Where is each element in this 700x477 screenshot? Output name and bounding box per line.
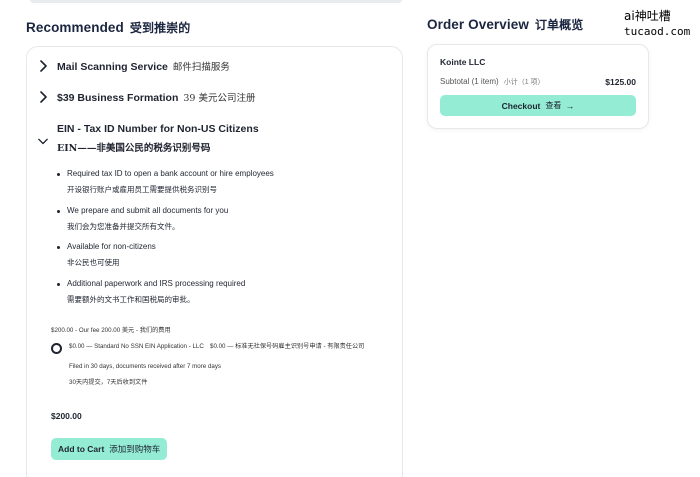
option-radio[interactable] bbox=[51, 343, 62, 354]
chevron-right-icon bbox=[37, 91, 49, 103]
accordion-label-en: $39 Business Formation bbox=[57, 92, 179, 104]
watermark-line-1: ai神吐槽 bbox=[624, 9, 671, 23]
option-filed-note-cn: 30天内提交，7天后收到文件 bbox=[69, 379, 148, 386]
subtotal-label: Subtotal (1 item) 小计（1 项） bbox=[440, 77, 545, 87]
bullet-text-cn: 我们会为您准备并提交所有文件。 bbox=[67, 222, 180, 231]
price: $200.00 bbox=[51, 411, 82, 421]
option-label-cn: $0.00 — 标准无社保号码雇主识别号申请 - 有限责任公司 bbox=[210, 343, 365, 350]
watermark: ai神吐槽 tucaod.com bbox=[618, 6, 700, 40]
accordion-label: $39 Business Formation 39 美元公司注册 bbox=[57, 90, 255, 104]
subtotal-text-cn: 小计（1 项） bbox=[503, 79, 545, 86]
add-to-cart-button[interactable]: Add to Cart 添加到购物车 bbox=[51, 438, 168, 460]
add-to-cart-label: Add to Cart bbox=[58, 444, 105, 454]
arrow-right-icon: → bbox=[565, 100, 575, 111]
bullet-text-cn: 非公民也可使用 bbox=[67, 258, 120, 267]
watermark-line-2: tucaod.com bbox=[624, 25, 691, 38]
bullet-text-cn: 开设银行账户或雇用员工需要提供税务识别号 bbox=[67, 185, 217, 194]
bullet-dot bbox=[57, 283, 60, 286]
fee-line: $200.00 - Our fee 200.00 美元 - 我们的费用 bbox=[51, 327, 171, 334]
bullet-text-cn: 需要额外的文书工作和国税局的审批。 bbox=[67, 295, 195, 304]
option-label[interactable]: $0.00 — Standard No SSN EIN Application … bbox=[69, 343, 209, 351]
bullet-dot bbox=[57, 173, 60, 176]
subtotal-amount: $125.00 bbox=[605, 77, 636, 87]
order-overview-title-label: Order Overview bbox=[427, 17, 529, 32]
order-overview-title-cn: 订单概览 bbox=[534, 18, 584, 32]
bullet-text: We prepare and submit all documents for … bbox=[67, 206, 229, 215]
checkout-button[interactable]: Checkout 查看 → bbox=[440, 95, 636, 116]
chevron-down-icon bbox=[37, 135, 49, 147]
company-name: Kointe LLC bbox=[440, 57, 486, 67]
add-to-cart-label-cn: 添加到购物车 bbox=[109, 445, 161, 455]
order-overview-title: Order Overview 订单概览 bbox=[427, 16, 583, 33]
bullet-text: Available for non-citizens bbox=[67, 242, 156, 251]
bullet-dot bbox=[57, 210, 60, 213]
accordion-label-cn: 39 美元公司注册 bbox=[183, 93, 256, 104]
accordion-label-en: Mail Scanning Service bbox=[57, 61, 168, 73]
order-card: Kointe LLC Subtotal (1 item) 小计（1 项） $125… bbox=[427, 44, 649, 129]
scroll-fade bbox=[30, 0, 402, 3]
recommended-title-label: Recommended bbox=[26, 20, 124, 35]
accordion-mail-scanning[interactable]: Mail Scanning Service 邮件扫描服务 bbox=[27, 52, 402, 80]
recommended-title-cn: 受到推崇的 bbox=[129, 21, 191, 35]
checkout-label: Checkout bbox=[501, 100, 541, 111]
accordion-label: Mail Scanning Service 邮件扫描服务 bbox=[57, 59, 230, 73]
bullet-dot bbox=[57, 246, 60, 249]
option-filed-note: Filed in 30 days, documents received aft… bbox=[69, 363, 222, 370]
bullet-text: Additional paperwork and IRS processing … bbox=[67, 279, 246, 288]
chevron-right-icon bbox=[37, 60, 49, 72]
recommended-title: Recommended 受到推崇的 bbox=[26, 19, 190, 36]
ein-title: EIN - Tax ID Number for Non-US Citizens bbox=[57, 123, 259, 135]
ein-title-cn: EIN——非美国公民的税务识别号码 bbox=[57, 143, 211, 154]
accordion-business-formation[interactable]: $39 Business Formation 39 美元公司注册 bbox=[27, 83, 402, 111]
bullet-text: Required tax ID to open a bank account o… bbox=[67, 169, 274, 178]
accordion-label-cn: 邮件扫描服务 bbox=[172, 62, 230, 73]
subtotal-text: Subtotal (1 item) bbox=[440, 77, 499, 86]
recommended-card: Mail Scanning Service 邮件扫描服务 $39 Business… bbox=[26, 46, 403, 477]
checkout-label-cn: 查看 bbox=[545, 101, 562, 110]
